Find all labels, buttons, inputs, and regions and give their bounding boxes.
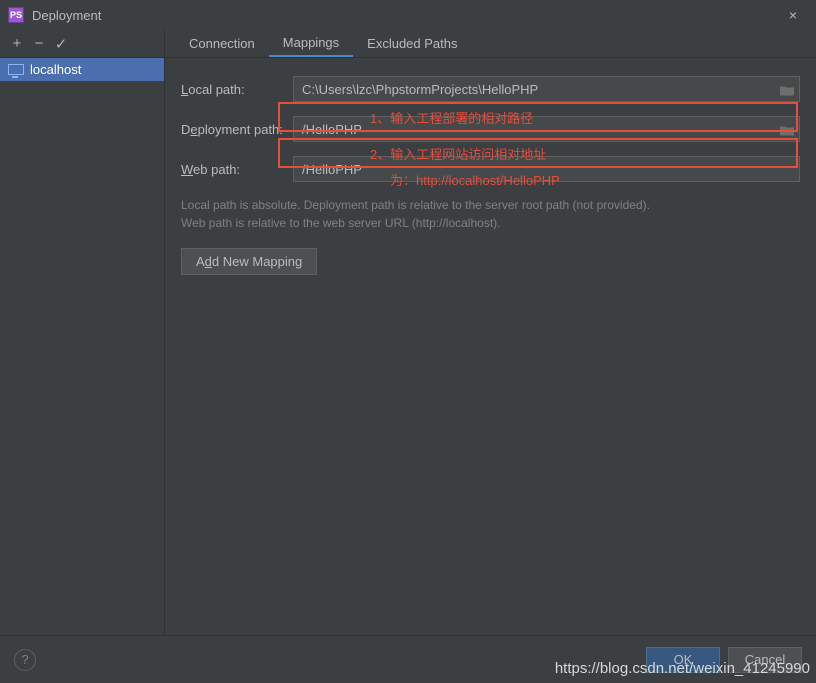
check-icon[interactable]: ✓ [50, 35, 72, 53]
row-deployment-path: Deployment path: [181, 116, 800, 142]
add-server-icon[interactable]: + [6, 35, 28, 52]
local-path-input[interactable] [293, 76, 800, 102]
help-text: Local path is absolute. Deployment path … [181, 196, 800, 232]
remove-server-icon[interactable]: − [28, 35, 50, 52]
sidebar: + − ✓ localhost [0, 30, 165, 635]
window-title: Deployment [32, 8, 101, 23]
cancel-button[interactable]: Cancel [728, 647, 802, 673]
content: Connection Mappings Excluded Paths Local… [165, 30, 816, 635]
tab-excluded-paths[interactable]: Excluded Paths [353, 30, 471, 57]
folder-icon[interactable] [780, 124, 794, 135]
footer: ? OK Cancel [0, 635, 816, 683]
titlebar: PS Deployment × [0, 0, 816, 30]
row-web-path: Web path: [181, 156, 800, 182]
row-local-path: Local path: [181, 76, 800, 102]
monitor-icon [8, 64, 24, 76]
add-new-mapping-button[interactable]: Add New Mapping [181, 248, 317, 275]
local-path-label: Local path: [181, 82, 293, 97]
tab-connection[interactable]: Connection [175, 30, 269, 57]
deployment-path-input[interactable] [293, 116, 800, 142]
web-path-label: Web path: [181, 162, 293, 177]
server-item-localhost[interactable]: localhost [0, 58, 164, 81]
close-icon[interactable]: × [778, 0, 808, 30]
main-area: + − ✓ localhost Connection Mappings Excl… [0, 30, 816, 635]
tab-mappings[interactable]: Mappings [269, 30, 353, 57]
help-button[interactable]: ? [14, 649, 36, 671]
folder-icon[interactable] [780, 84, 794, 95]
app-icon: PS [8, 7, 24, 23]
form-area: Local path: Deployment path: [165, 58, 816, 293]
deployment-path-label: Deployment path: [181, 122, 293, 137]
ok-button[interactable]: OK [646, 647, 720, 673]
sidebar-toolbar: + − ✓ [0, 30, 164, 58]
server-name: localhost [30, 62, 81, 77]
tabs: Connection Mappings Excluded Paths [165, 30, 816, 58]
web-path-input[interactable] [293, 156, 800, 182]
